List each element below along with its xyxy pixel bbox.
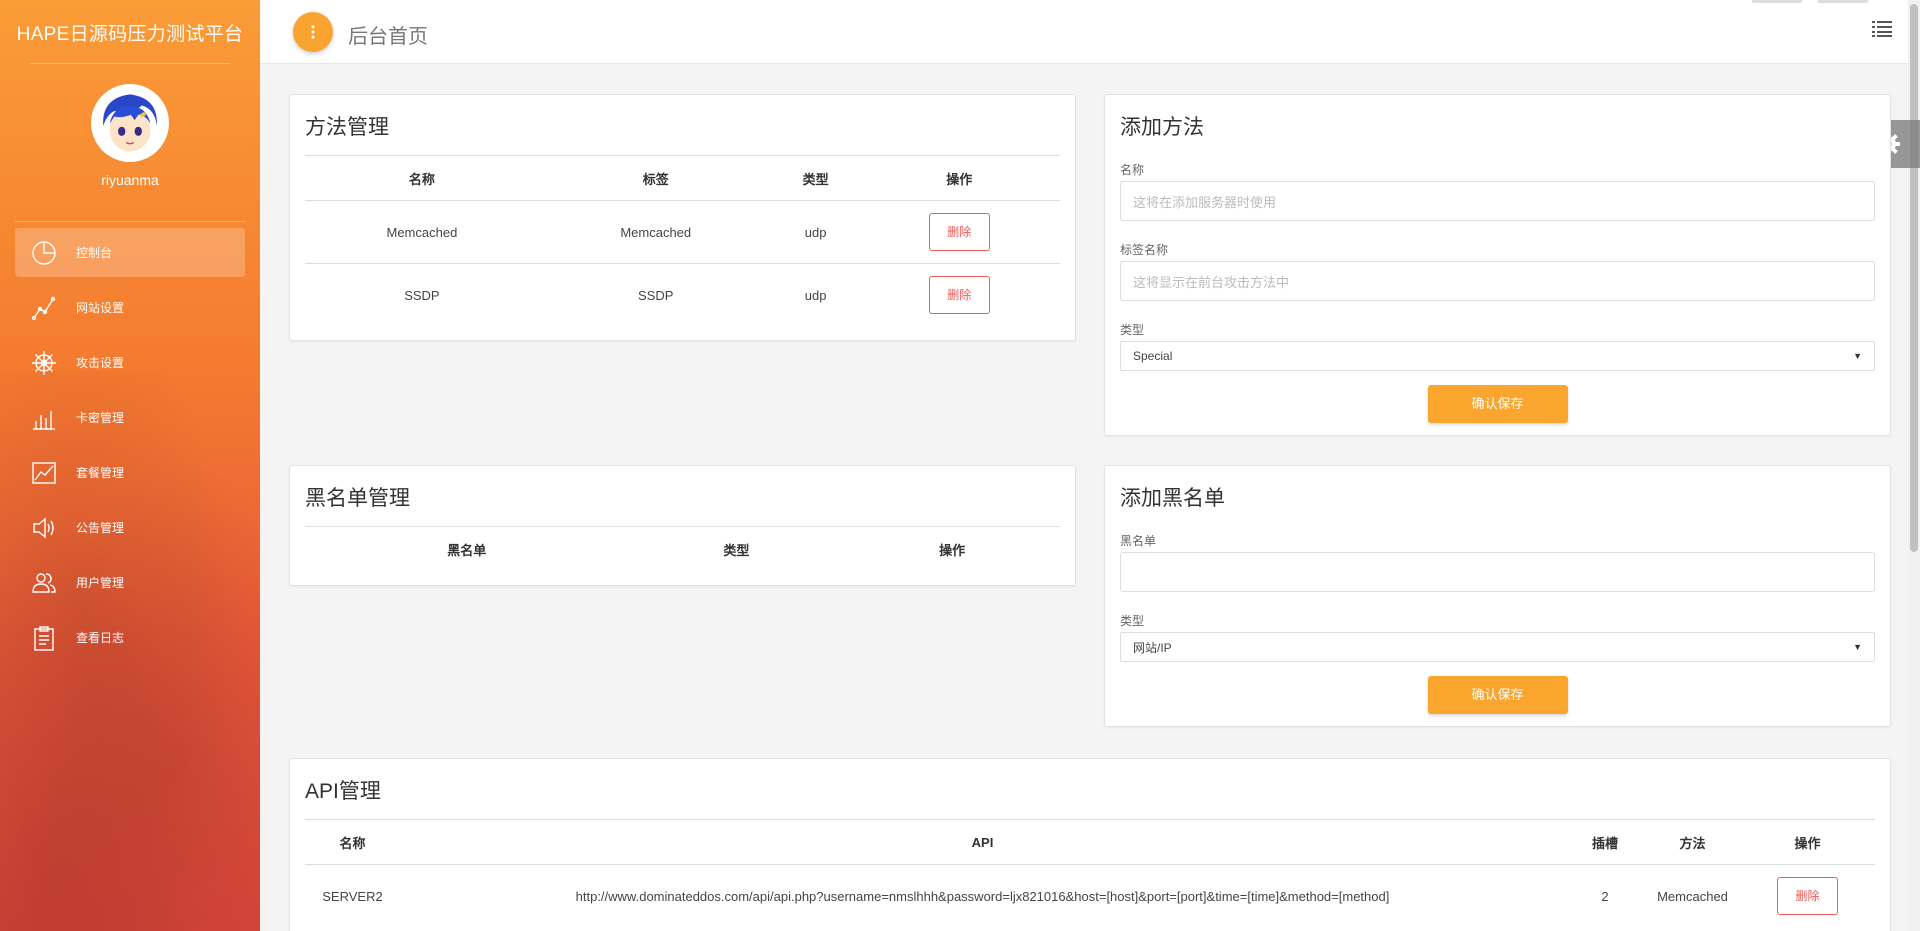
column-header: 操作	[858, 155, 1060, 201]
selected-value: 网站/IP	[1133, 640, 1172, 655]
users-icon	[30, 569, 58, 597]
add-method-card: 添加方法 名称 这将在添加服务器时使用 标签名称 这将显示在前台攻击方法中 类型…	[1104, 94, 1891, 436]
table-row: SERVER2 http://www.dominateddos.com/api/…	[305, 865, 1875, 928]
sidebar-item-site-settings[interactable]: 网站设置	[15, 283, 245, 332]
more-vertical-icon	[311, 25, 315, 39]
column-header: 类型	[772, 155, 859, 201]
api-table: 名称 API 插槽 方法 操作 SERVER2 http://www.domin…	[305, 819, 1875, 928]
sidebar-item-dashboard[interactable]: 控制台	[15, 228, 245, 277]
top-tab-stub[interactable]	[1818, 0, 1868, 3]
username: riyuanma	[101, 172, 159, 188]
sidebar-item-label: 公告管理	[76, 521, 125, 535]
save-method-button[interactable]: 确认保存	[1427, 385, 1568, 423]
bar-chart-icon	[30, 404, 58, 432]
selected-value: Special	[1133, 349, 1173, 363]
card-title: 黑名单管理	[305, 487, 410, 510]
method-type-select[interactable]: Special ▼	[1120, 341, 1875, 371]
card-title: API管理	[305, 780, 381, 803]
blacklist-input[interactable]	[1120, 552, 1875, 592]
area-chart-icon	[30, 459, 58, 487]
add-blacklist-card: 添加黑名单 黑名单 类型 网站/IP ▼ 确认保存	[1104, 465, 1891, 727]
api-management-card: API管理 名称 API 插槽 方法 操作 SERVER2 http://www…	[289, 758, 1891, 931]
blacklist-management-card: 黑名单管理 黑名单 类型 操作	[289, 465, 1076, 586]
sidebar-item-card-keys[interactable]: 卡密管理	[15, 393, 245, 442]
column-header: 操作	[1740, 819, 1875, 865]
api-slots: 2	[1601, 888, 1609, 904]
sidebar-item-attack-settings[interactable]: 攻击设置	[15, 338, 245, 387]
avatar[interactable]	[91, 84, 169, 162]
column-header: 黑名单	[305, 526, 629, 572]
table-row: Memcached Memcached udp 删除	[305, 200, 1060, 264]
delete-button[interactable]: 删除	[1777, 877, 1838, 916]
line-graph-icon	[30, 294, 58, 322]
sidebar-item-label: 套餐管理	[76, 466, 125, 480]
column-header: 操作	[844, 526, 1060, 572]
method-tag: SSDP	[638, 287, 674, 303]
sidebar-item-label: 卡密管理	[76, 411, 125, 425]
method-management-card: 方法管理 名称 标签 类型 操作 Memcached Memcached udp…	[289, 94, 1076, 341]
type-label: 类型	[1120, 323, 1145, 337]
column-header: 类型	[628, 526, 845, 572]
card-title: 添加方法	[1120, 116, 1204, 139]
column-header: 名称	[305, 155, 539, 201]
column-header: API	[400, 819, 1565, 865]
caret-down-icon: ▼	[1853, 642, 1862, 652]
page-title: 后台首页	[348, 26, 428, 48]
card-title: 方法管理	[305, 116, 389, 139]
column-header: 方法	[1645, 819, 1740, 865]
sidebar-nav: 控制台 网站设置 攻击设置 卡密管理 套餐管理 公告管理 用户管理 查看日志	[0, 228, 260, 662]
scrollbar-thumb[interactable]	[1910, 4, 1918, 552]
brand-title[interactable]: HAPE日源码压力测试平台	[0, 0, 260, 64]
ship-wheel-icon	[30, 349, 58, 377]
sidebar-item-logs[interactable]: 查看日志	[15, 613, 245, 662]
sidebar-item-users[interactable]: 用户管理	[15, 558, 245, 607]
top-header: 后台首页	[260, 0, 1908, 64]
speaker-icon	[30, 514, 58, 542]
sidebar-item-label: 查看日志	[76, 631, 125, 645]
delete-button[interactable]: 删除	[928, 213, 990, 251]
sidebar-item-label: 攻击设置	[76, 356, 125, 370]
method-name: Memcached	[305, 200, 539, 264]
table-row: SSDP SSDP udp 删除	[305, 264, 1060, 327]
blacklist-table: 黑名单 类型 操作	[305, 526, 1060, 572]
card-title: 添加黑名单	[1120, 487, 1225, 510]
save-blacklist-button[interactable]: 确认保存	[1427, 676, 1568, 714]
api-name: SERVER2	[322, 888, 383, 904]
sidebar-item-plans[interactable]: 套餐管理	[15, 448, 245, 497]
method-type: udp	[772, 200, 859, 264]
api-method: Memcached	[1657, 888, 1728, 904]
method-type: udp	[804, 287, 827, 303]
blacklist-type-select[interactable]: 网站/IP ▼	[1120, 632, 1875, 662]
api-url: http://www.dominateddos.com/api/api.php?…	[575, 888, 1390, 904]
sidebar-item-label: 控制台	[76, 246, 113, 260]
name-label: 名称	[1120, 163, 1145, 177]
type-label: 类型	[1120, 614, 1145, 628]
method-name-input[interactable]: 这将在添加服务器时使用	[1120, 181, 1875, 221]
top-tab-stub[interactable]	[1752, 0, 1802, 3]
tag-name-input[interactable]: 这将显示在前台攻击方法中	[1120, 261, 1875, 301]
tag-name-label: 标签名称	[1120, 243, 1169, 257]
list-icon[interactable]	[1872, 20, 1892, 38]
sidebar: HAPE日源码压力测试平台 riyuanma 控制台 网站设置 攻击设置 卡密管…	[0, 0, 260, 931]
column-header: 名称	[305, 819, 400, 865]
menu-toggle-button[interactable]	[293, 12, 333, 52]
column-header: 标签	[538, 155, 773, 201]
user-profile: riyuanma	[0, 64, 260, 222]
sidebar-item-label: 用户管理	[76, 576, 125, 590]
sidebar-item-label: 网站设置	[76, 301, 125, 315]
column-header: 插槽	[1565, 819, 1645, 865]
method-tag: Memcached	[538, 200, 773, 264]
blacklist-label: 黑名单	[1120, 534, 1157, 548]
delete-button[interactable]: 删除	[928, 276, 990, 315]
clipboard-icon	[30, 624, 58, 652]
sidebar-item-announcements[interactable]: 公告管理	[15, 503, 245, 552]
method-table: 名称 标签 类型 操作 Memcached Memcached udp 删除 S…	[305, 155, 1060, 327]
pie-chart-icon	[30, 239, 58, 267]
method-name: SSDP	[404, 287, 440, 303]
caret-down-icon: ▼	[1853, 351, 1862, 361]
